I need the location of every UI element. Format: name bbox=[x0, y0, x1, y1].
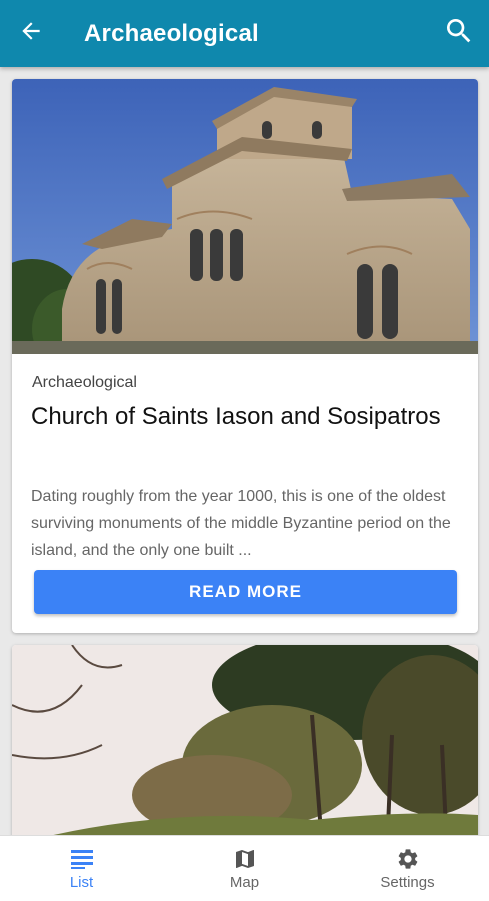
gear-icon bbox=[396, 846, 420, 872]
nav-label-map: Map bbox=[229, 874, 260, 891]
card-title: Church of Saints Iason and Sosipatros bbox=[31, 403, 441, 430]
app-bar: Archaeological bbox=[0, 0, 489, 67]
church-photo[interactable] bbox=[12, 79, 478, 354]
card-list[interactable]: Archaeological Church of Saints Iason an… bbox=[0, 67, 489, 835]
site-card[interactable]: Archaeological Church of Saints Iason an… bbox=[12, 79, 478, 633]
page-title: Archaeological bbox=[84, 19, 259, 47]
nav-item-list[interactable]: List bbox=[0, 836, 163, 901]
back-button[interactable] bbox=[0, 0, 62, 67]
nav-item-map[interactable]: Map bbox=[163, 836, 326, 901]
nav-label-settings: Settings bbox=[380, 874, 435, 891]
list-icon bbox=[70, 846, 93, 872]
nav-item-settings[interactable]: Settings bbox=[326, 836, 489, 901]
search-button[interactable] bbox=[429, 0, 489, 67]
arrow-left-icon bbox=[18, 18, 44, 49]
card-category: Archaeological bbox=[32, 374, 137, 391]
bottom-navigation: List Map Settings bbox=[0, 835, 489, 901]
card-description: Dating roughly from the year 1000, this … bbox=[31, 488, 451, 559]
archaeological-site-trees-photo[interactable] bbox=[12, 645, 478, 835]
site-card[interactable] bbox=[12, 645, 478, 835]
map-icon bbox=[233, 846, 257, 872]
read-more-button[interactable]: READ MORE bbox=[34, 570, 457, 614]
search-icon bbox=[443, 15, 475, 52]
nav-label-list: List bbox=[69, 874, 94, 891]
